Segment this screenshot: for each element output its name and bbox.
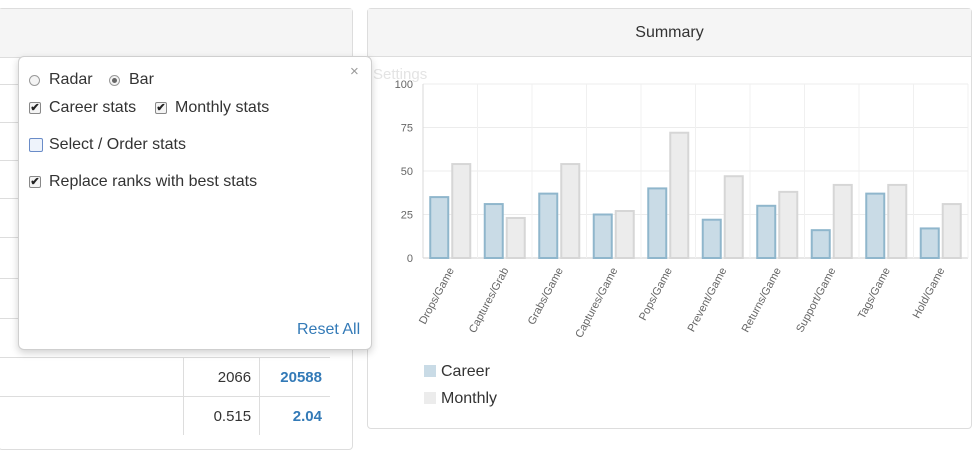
y-tick-label: 75 [401, 123, 413, 135]
bar-monthly [941, 203, 962, 259]
bar-career [810, 229, 831, 260]
stat-label-cell [0, 396, 184, 435]
bar-monthly [560, 163, 581, 259]
table-row: 2066 20588 [0, 357, 330, 397]
close-icon[interactable]: × [350, 63, 359, 80]
legend-swatch-monthly [424, 392, 436, 404]
panel-header [0, 9, 352, 58]
y-tick-label: 0 [407, 253, 413, 265]
y-tick-label: 50 [401, 166, 413, 178]
bar-career [756, 204, 777, 260]
bar-career [919, 227, 940, 259]
monthly-stats-option[interactable]: ✔ Monthly stats [155, 99, 269, 117]
career-value-cell: 0.515 [183, 396, 260, 435]
bar-monthly [451, 163, 472, 259]
bar-monthly [669, 131, 690, 259]
y-tick-label: 25 [401, 210, 413, 222]
x-tick-label: Captures/Grab [467, 266, 511, 335]
x-tick-label: Prevent/Game [686, 266, 730, 334]
x-tick-label: Captures/Game [573, 266, 620, 340]
select-order-checkbox[interactable] [29, 138, 43, 152]
bar-career [483, 203, 504, 259]
bar-monthly [505, 216, 526, 259]
bar-radio[interactable] [109, 74, 120, 86]
chart-settings-popover: Radar Bar × ✔ Career stats ✔ Monthly sta… [18, 56, 372, 350]
career-value-cell: 2066 [183, 357, 260, 397]
select-order-label: Select / Order stats [49, 136, 186, 153]
radar-radio[interactable] [29, 74, 40, 86]
settings-label: Settings [373, 66, 428, 83]
bar-radio-option[interactable]: Bar [109, 71, 154, 89]
radar-radio-option[interactable]: Radar [29, 71, 93, 89]
replace-ranks-checkbox[interactable]: ✔ [29, 176, 41, 188]
career-stats-option[interactable]: ✔ Career stats [29, 99, 136, 117]
stats-table: 2066 20588 0.515 2.04 [0, 357, 330, 435]
monthly-value-cell: 2.04 [259, 396, 330, 435]
replace-ranks-label: Replace ranks with best stats [49, 173, 258, 190]
career-stats-label: Career stats [49, 99, 137, 116]
bar-label: Bar [129, 71, 154, 88]
monthly-stats-label: Monthly stats [175, 99, 270, 116]
legend-label-monthly: Monthly [441, 390, 497, 407]
x-tick-label: Pops/Game [637, 266, 675, 323]
summary-panel: Summary 0 25 50 75 100 Drops/Game Captures/Gra… [367, 8, 972, 429]
x-tick-label: Drops/Game [417, 266, 457, 327]
table-row: 0.515 2.04 [0, 396, 330, 435]
monthly-value-cell: 20588 [259, 357, 330, 397]
x-tick-label: Tags/Game [856, 266, 893, 321]
x-tick-label: Hold/Game [911, 266, 948, 321]
bar-monthly [887, 183, 908, 259]
bar-career [592, 213, 613, 259]
x-tick-label: Returns/Game [740, 266, 784, 335]
bar-career [429, 196, 450, 260]
bar-career [647, 187, 668, 259]
bar-monthly [723, 175, 744, 259]
career-stats-checkbox[interactable]: ✔ [29, 102, 41, 114]
legend-label-career: Career [441, 363, 491, 380]
bar-monthly [614, 210, 635, 260]
replace-ranks-option[interactable]: ✔ Replace ranks with best stats [29, 173, 257, 191]
legend-swatch-career [424, 365, 436, 377]
radar-label: Radar [49, 71, 93, 88]
bar-monthly [778, 190, 799, 260]
bar-monthly [832, 183, 853, 259]
select-order-option[interactable]: Select / Order stats [29, 136, 186, 154]
bar-career [701, 218, 722, 259]
bar-career [865, 192, 886, 259]
bar-career [538, 192, 559, 259]
summary-bar-chart: 0255075100Drops/Game Captures/Grab Grabs/G… [395, 79, 969, 407]
monthly-stats-checkbox[interactable]: ✔ [155, 102, 167, 114]
reset-all-link[interactable]: Reset All [297, 321, 360, 339]
x-tick-label: Grabs/Game [526, 266, 566, 327]
x-tick-label: Support/Game [794, 266, 838, 335]
stat-label-cell [0, 357, 184, 397]
